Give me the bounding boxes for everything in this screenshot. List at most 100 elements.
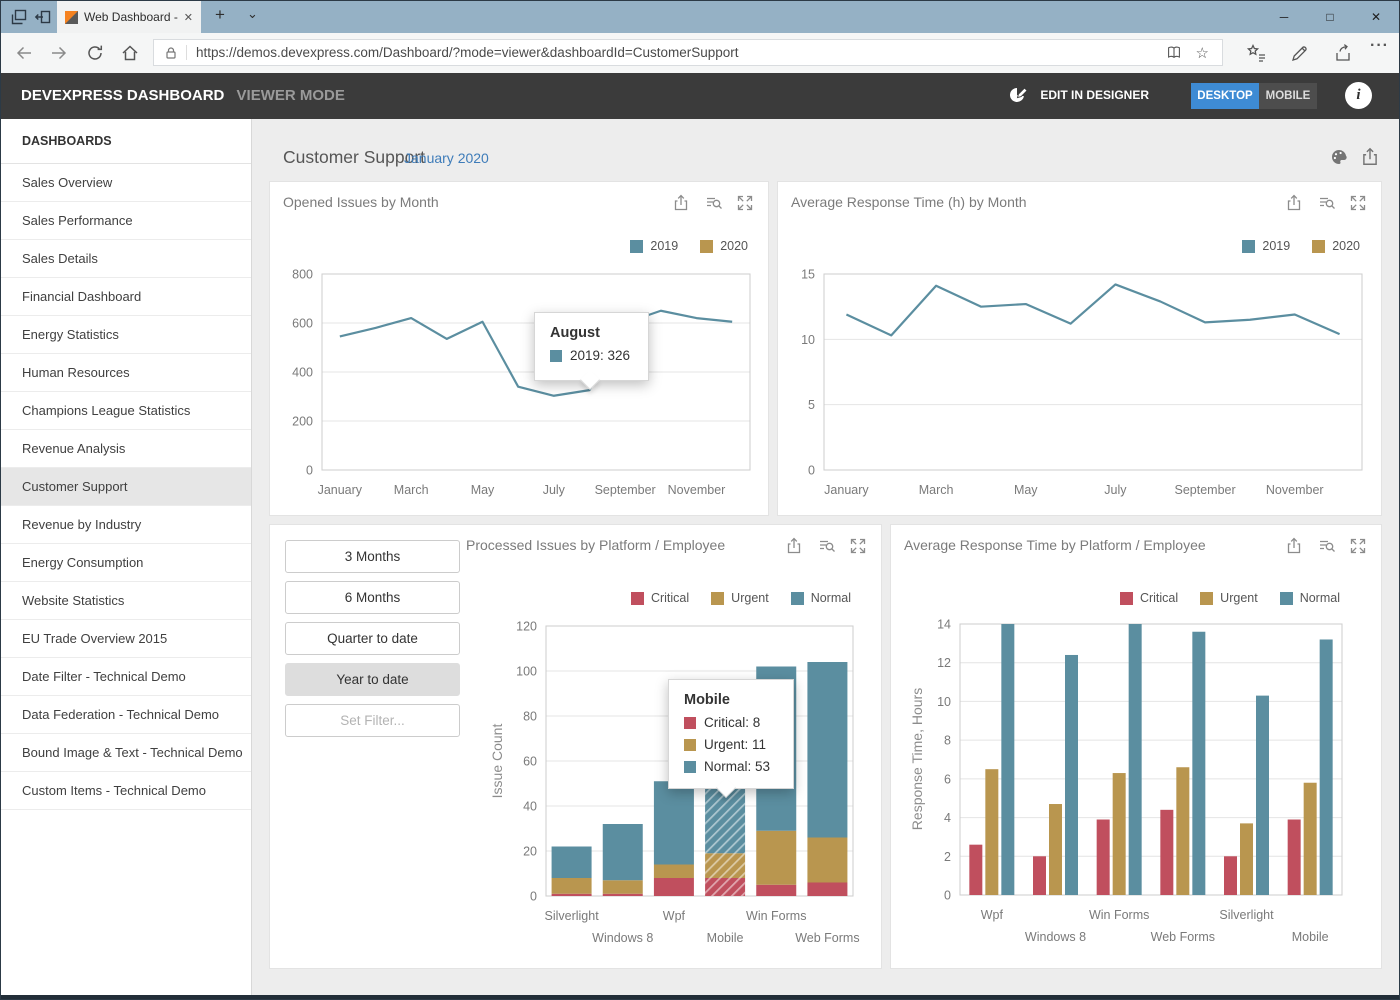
svg-text:10: 10 xyxy=(937,695,951,709)
svg-text:November: November xyxy=(668,483,726,497)
refresh-icon[interactable] xyxy=(85,43,105,63)
url-divider xyxy=(186,45,187,60)
forward-icon[interactable] xyxy=(49,43,69,63)
tab-list-chevron-icon[interactable]: ⌄ xyxy=(247,6,258,22)
sidebar-item-sales-performance[interactable]: Sales Performance xyxy=(1,202,251,240)
info-button[interactable]: i xyxy=(1345,82,1372,109)
avg-response-month-chart[interactable]: 051015JanuaryMarchMayJulySeptemberNovemb… xyxy=(778,182,1383,517)
sidebar-item-revenue-analysis[interactable]: Revenue Analysis xyxy=(1,430,251,468)
sidebar-item-data-federation-technical-demo[interactable]: Data Federation - Technical Demo xyxy=(1,696,251,734)
svg-text:May: May xyxy=(471,483,495,497)
mode-label: VIEWER MODE xyxy=(237,87,345,104)
url-text[interactable]: https://demos.devexpress.com/Dashboard/?… xyxy=(196,45,1165,60)
sidebar-item-bound-image-text-technical-demo[interactable]: Bound Image & Text - Technical Demo xyxy=(1,734,251,772)
window-close-button[interactable]: ✕ xyxy=(1353,1,1399,33)
svg-text:September: September xyxy=(595,483,656,497)
set-tabs-aside-icon[interactable] xyxy=(34,8,52,26)
tooltip-title: August xyxy=(550,325,633,341)
svg-text:May: May xyxy=(1014,483,1038,497)
tooltip-value: Critical: 8 xyxy=(704,715,760,730)
svg-text:Wpf: Wpf xyxy=(663,909,686,923)
reading-view-icon[interactable] xyxy=(1165,44,1183,62)
edit-in-designer-button[interactable]: EDIT IN DESIGNER xyxy=(1007,85,1149,105)
sidebar-item-financial-dashboard[interactable]: Financial Dashboard xyxy=(1,278,251,316)
sidebar-item-champions-league-statistics[interactable]: Champions League Statistics xyxy=(1,392,251,430)
home-icon[interactable] xyxy=(120,43,140,63)
devexpress-favicon xyxy=(65,11,78,24)
svg-text:0: 0 xyxy=(530,890,537,904)
svg-text:10: 10 xyxy=(801,333,815,347)
svg-text:July: July xyxy=(543,483,566,497)
window-maximize-button[interactable]: □ xyxy=(1307,1,1353,33)
browser-tab[interactable]: Web Dashboard - ASP.N ✕ xyxy=(57,1,201,33)
tab-close-icon[interactable]: ✕ xyxy=(184,11,193,24)
sidebar-item-eu-trade-overview-2015[interactable]: EU Trade Overview 2015 xyxy=(1,620,251,658)
svg-text:60: 60 xyxy=(523,755,537,769)
sidebar-item-energy-consumption[interactable]: Energy Consumption xyxy=(1,544,251,582)
sidebar-item-revenue-by-industry[interactable]: Revenue by Industry xyxy=(1,506,251,544)
sidebar-item-energy-statistics[interactable]: Energy Statistics xyxy=(1,316,251,354)
tab-title: Web Dashboard - ASP.N xyxy=(84,10,178,24)
svg-text:14: 14 xyxy=(937,618,951,632)
favorites-hub-icon[interactable] xyxy=(1246,43,1266,63)
svg-text:Win Forms: Win Forms xyxy=(746,909,806,923)
panel-avg-response-month: Average Response Time (h) by Month 20192… xyxy=(777,181,1382,516)
share-icon[interactable] xyxy=(1333,43,1353,63)
svg-text:0: 0 xyxy=(944,889,951,903)
new-tab-button[interactable]: + xyxy=(215,5,225,25)
date-range-link[interactable]: January 2020 xyxy=(404,150,489,166)
svg-text:Wpf: Wpf xyxy=(981,908,1004,922)
svg-text:8: 8 xyxy=(944,734,951,748)
sidebar-header: DASHBOARDS xyxy=(1,119,251,164)
favorite-star-icon[interactable]: ☆ xyxy=(1196,44,1209,62)
svg-text:Silverlight: Silverlight xyxy=(544,909,599,923)
edit-in-designer-label: EDIT IN DESIGNER xyxy=(1040,88,1149,102)
svg-text:Win Forms: Win Forms xyxy=(1089,908,1149,922)
sidebar-item-sales-overview[interactable]: Sales Overview xyxy=(1,164,251,202)
chart-tooltip-mobile: Mobile Critical: 8 Urgent: 11 Normal: 53 xyxy=(668,679,794,789)
back-icon[interactable] xyxy=(14,43,34,63)
svg-text:120: 120 xyxy=(516,620,537,634)
avg-response-platform-chart[interactable]: 02468101214WpfWindows 8Win FormsWeb Form… xyxy=(891,525,1383,970)
sidebar-item-custom-items-technical-demo[interactable]: Custom Items - Technical Demo xyxy=(1,772,251,810)
svg-text:Mobile: Mobile xyxy=(1292,930,1329,944)
svg-text:Response Time, Hours: Response Time, Hours xyxy=(909,688,925,830)
series-swatch xyxy=(684,761,696,773)
sidebar-item-customer-support[interactable]: Customer Support xyxy=(1,468,251,506)
mobile-toggle-button[interactable]: MOBILE xyxy=(1259,83,1317,109)
chart-tooltip-august: August 2019: 326 xyxy=(534,312,649,381)
desktop-toggle-button[interactable]: DESKTOP xyxy=(1191,83,1259,109)
web-note-pen-icon[interactable] xyxy=(1290,43,1310,63)
address-bar[interactable]: https://demos.devexpress.com/Dashboard/?… xyxy=(153,39,1223,66)
sidebar-item-human-resources[interactable]: Human Resources xyxy=(1,354,251,392)
svg-text:January: January xyxy=(318,483,363,497)
panel-avg-response-platform: Average Response Time by Platform / Empl… xyxy=(890,524,1382,969)
dashboards-sidebar: DASHBOARDS Sales OverviewSales Performan… xyxy=(1,119,252,995)
tooltip-value: Normal: 53 xyxy=(704,759,770,774)
opened-issues-chart[interactable]: 0200400600800JanuaryMarchMayJulySeptembe… xyxy=(270,182,770,517)
app-title: DEVEXPRESS DASHBOARD VIEWER MODE xyxy=(21,87,345,104)
more-menu-icon[interactable]: ··· xyxy=(1370,37,1390,57)
svg-text:4: 4 xyxy=(944,811,951,825)
window-minimize-button[interactable]: ─ xyxy=(1261,1,1307,33)
panel-processed-issues: 3 Months6 MonthsQuarter to dateYear to d… xyxy=(269,524,882,969)
tooltip-value: Urgent: 11 xyxy=(704,737,766,752)
brand-label: DEVEXPRESS DASHBOARD xyxy=(21,87,224,104)
window-bottom-border xyxy=(1,995,1399,999)
tooltip-title: Mobile xyxy=(684,692,778,708)
color-scheme-palette-icon[interactable] xyxy=(1329,147,1349,167)
sidebar-item-website-statistics[interactable]: Website Statistics xyxy=(1,582,251,620)
svg-text:2: 2 xyxy=(944,850,951,864)
series-swatch xyxy=(684,717,696,729)
tab-preview-icon[interactable] xyxy=(10,8,28,26)
export-dashboard-icon[interactable] xyxy=(1360,147,1380,167)
sidebar-item-date-filter-technical-demo[interactable]: Date Filter - Technical Demo xyxy=(1,658,251,696)
browser-window: Web Dashboard - ASP.N ✕ + ⌄ ─ □ ✕ https:… xyxy=(0,0,1400,1000)
svg-text:January: January xyxy=(824,483,869,497)
svg-text:40: 40 xyxy=(523,800,537,814)
sidebar-item-sales-details[interactable]: Sales Details xyxy=(1,240,251,278)
svg-text:0: 0 xyxy=(306,464,313,478)
series-swatch xyxy=(550,350,562,362)
series-swatch xyxy=(684,739,696,751)
svg-text:12: 12 xyxy=(937,656,951,670)
